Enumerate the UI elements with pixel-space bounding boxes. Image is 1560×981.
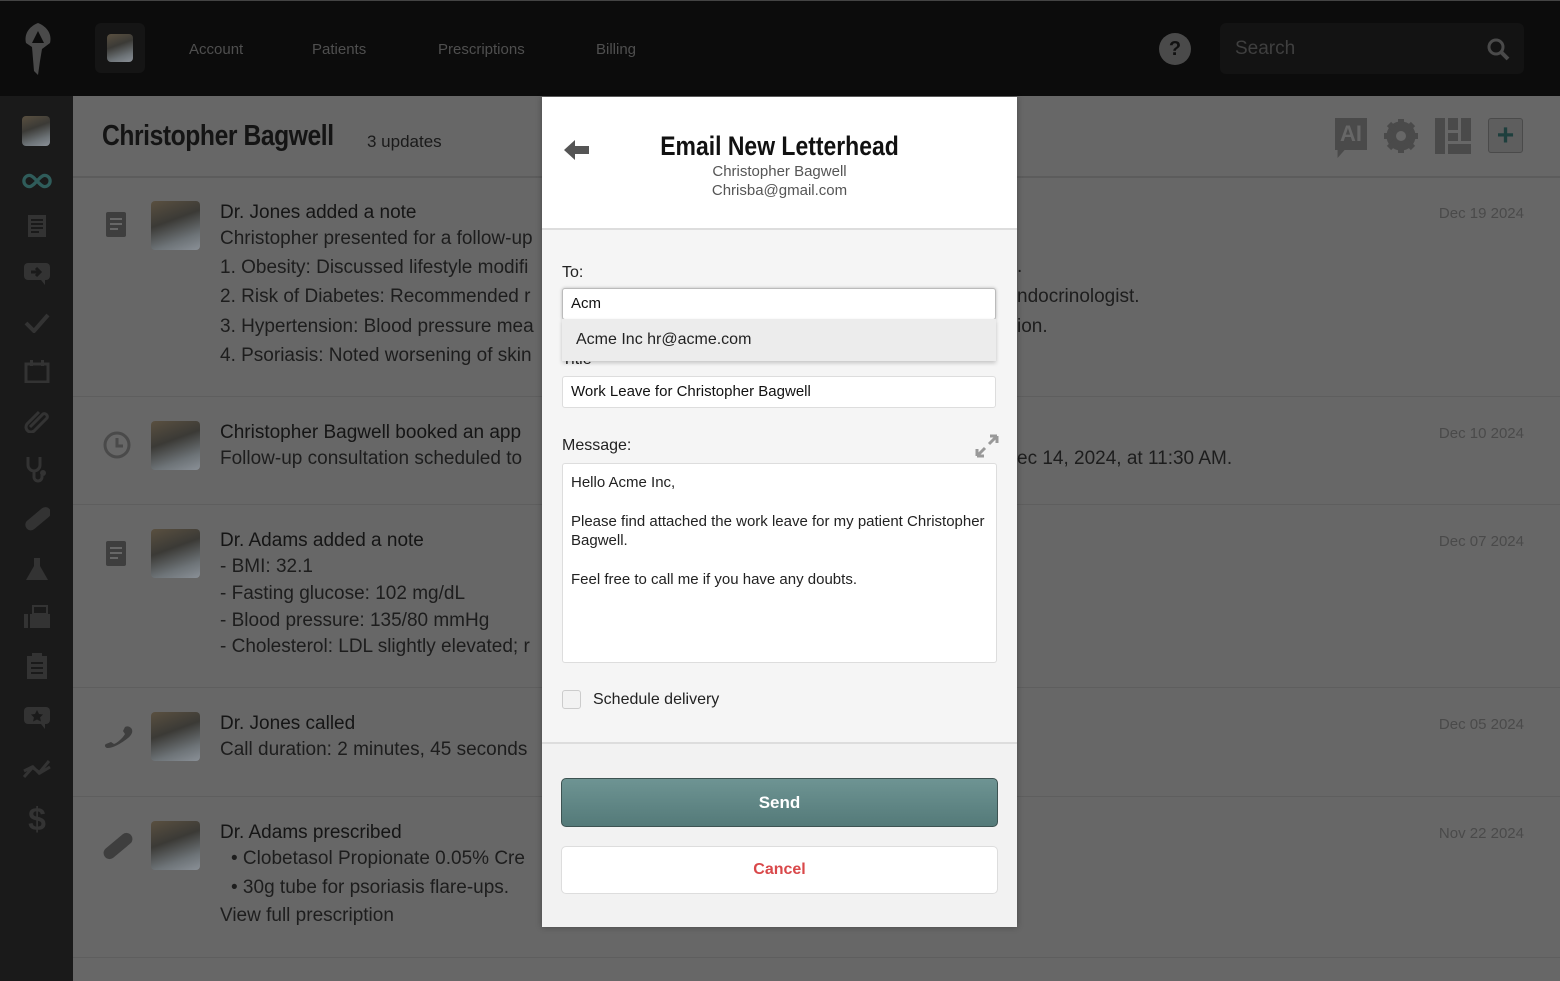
sidebar: $ bbox=[0, 96, 73, 981]
feed-item-line: - Blood pressure: 135/80 mmHg bbox=[220, 610, 490, 631]
clipboard-icon[interactable] bbox=[22, 651, 52, 681]
expand-icon[interactable] bbox=[975, 434, 999, 458]
document-icon[interactable] bbox=[22, 211, 52, 241]
send-button[interactable]: Send bbox=[561, 778, 998, 827]
patient-name: Christopher Bagwell bbox=[712, 163, 847, 180]
schedule-delivery-label[interactable]: Schedule delivery bbox=[593, 691, 719, 709]
page-title: Christopher Bagwell bbox=[102, 120, 334, 152]
feed-item-line: ec 14, 2024, at 11:30 AM. bbox=[1017, 448, 1233, 469]
message-line: Feel free to call me if you have any dou… bbox=[571, 571, 857, 588]
feed-item-title: Dr. Adams added a note bbox=[220, 530, 424, 551]
feed-item-line: - Fasting glucose: 102 mg/dL bbox=[220, 583, 466, 604]
avatar bbox=[151, 529, 200, 578]
feed-item-line: 2. Risk of Diabetes: Recommended r bbox=[220, 286, 531, 307]
modal-footer: Send Cancel bbox=[542, 742, 1017, 927]
message-line: Hello Acme Inc, bbox=[571, 474, 676, 491]
autocomplete-suggestion[interactable]: Acme Inc hr@acme.com bbox=[562, 319, 996, 361]
flask-icon[interactable] bbox=[22, 554, 52, 584]
user-avatar bbox=[107, 34, 133, 62]
feed-item-line: Christopher presented for a follow-up bbox=[220, 228, 533, 249]
message-textarea[interactable]: Hello Acme Inc, Please find attached the… bbox=[562, 463, 997, 663]
app-logo-icon[interactable] bbox=[20, 21, 56, 75]
feed-item-line: - Cholesterol: LDL slightly elevated; r bbox=[220, 636, 530, 657]
message-forward-icon[interactable] bbox=[22, 259, 52, 289]
feed-item-line: • 30g tube for psoriasis flare-ups. bbox=[231, 877, 510, 898]
feed-item-date: Dec 07 2024 bbox=[1438, 533, 1524, 550]
avatar bbox=[151, 421, 200, 470]
feed-item-date: Dec 05 2024 bbox=[1438, 716, 1524, 733]
feed-item-line: ion. bbox=[1017, 316, 1048, 337]
modal-header: Email New Letterhead Christopher Bagwell… bbox=[542, 97, 1017, 230]
feed-item-title: Dr. Adams prescribed bbox=[220, 822, 402, 843]
feed-item-date: Dec 19 2024 bbox=[1438, 205, 1524, 222]
avatar bbox=[151, 201, 200, 250]
check-icon[interactable] bbox=[22, 308, 52, 338]
schedule-delivery-checkbox[interactable] bbox=[562, 690, 581, 709]
feed-item-line: 1. Obesity: Discussed lifestyle modifi bbox=[220, 257, 529, 278]
phone-icon bbox=[104, 726, 133, 748]
feed-item-line: Follow-up consultation scheduled to bbox=[220, 448, 523, 469]
feed-item-date: Dec 10 2024 bbox=[1438, 425, 1524, 442]
star-message-icon[interactable] bbox=[22, 704, 52, 734]
patient-email: Chrisba@gmail.com bbox=[711, 182, 848, 199]
view-prescription-link[interactable]: View full prescription bbox=[220, 905, 394, 927]
calendar-icon[interactable] bbox=[22, 356, 52, 386]
feed-item-line: ndocrinologist. bbox=[1017, 286, 1140, 307]
help-icon[interactable]: ? bbox=[1159, 33, 1191, 65]
to-label: To: bbox=[562, 264, 584, 281]
pill-icon bbox=[103, 832, 133, 860]
nav-account[interactable]: Account bbox=[189, 41, 243, 58]
top-nav-bar: Account Patients Prescriptions Billing ?… bbox=[0, 0, 1560, 96]
fax-icon[interactable] bbox=[22, 602, 52, 632]
add-button[interactable]: + bbox=[1488, 118, 1523, 153]
patient-avatar[interactable] bbox=[22, 116, 50, 146]
pill-icon[interactable] bbox=[22, 504, 52, 534]
email-letterhead-modal: Email New Letterhead Christopher Bagwell… bbox=[542, 97, 1017, 927]
title-input[interactable]: Work Leave for Christopher Bagwell bbox=[562, 376, 996, 408]
paperclip-icon[interactable] bbox=[22, 405, 52, 435]
updates-count: 3 updates bbox=[367, 132, 442, 151]
stethoscope-icon[interactable] bbox=[22, 454, 52, 484]
search-icon[interactable] bbox=[1486, 37, 1510, 61]
feed-item-line: • Clobetasol Propionate 0.05% Cre bbox=[231, 848, 525, 869]
feed-item-title: Dr. Jones added a note bbox=[220, 202, 417, 223]
ai-assistant-icon[interactable]: AI bbox=[1335, 118, 1367, 158]
clock-icon bbox=[103, 431, 131, 459]
note-icon bbox=[106, 541, 126, 566]
feed-item-line: 3. Hypertension: Blood pressure mea bbox=[220, 316, 534, 337]
cancel-button[interactable]: Cancel bbox=[561, 846, 998, 894]
search-input[interactable]: Search bbox=[1220, 23, 1524, 74]
note-icon bbox=[106, 212, 126, 237]
nav-billing[interactable]: Billing bbox=[596, 41, 636, 58]
message-line: Please find attached the work leave for … bbox=[571, 513, 985, 549]
chart-line-icon[interactable] bbox=[22, 754, 52, 784]
modal-title: Email New Letterhead bbox=[660, 131, 899, 161]
feed-item-date: Nov 22 2024 bbox=[1438, 825, 1524, 842]
layout-grid-icon[interactable] bbox=[1435, 118, 1471, 154]
feed-item-title: Dr. Jones called bbox=[220, 713, 356, 734]
message-label: Message: bbox=[562, 437, 632, 454]
gear-icon[interactable] bbox=[1383, 118, 1419, 154]
infinity-icon[interactable] bbox=[22, 166, 52, 196]
user-avatar-button[interactable] bbox=[95, 23, 145, 73]
search-placeholder: Search bbox=[1235, 38, 1296, 59]
avatar bbox=[151, 821, 200, 870]
to-input[interactable]: Acm bbox=[562, 288, 996, 320]
feed-item-line: Call duration: 2 minutes, 45 seconds bbox=[220, 739, 528, 760]
feed-item-line: - BMI: 32.1 bbox=[220, 556, 313, 577]
avatar bbox=[151, 712, 200, 761]
feed-item-line: 4. Psoriasis: Noted worsening of skin bbox=[220, 345, 532, 366]
feed-item-title: Christopher Bagwell booked an app bbox=[220, 422, 522, 443]
dollar-icon[interactable]: $ bbox=[22, 801, 52, 837]
feed-item-line: . bbox=[1017, 256, 1023, 277]
nav-patients[interactable]: Patients bbox=[312, 41, 366, 58]
nav-prescriptions[interactable]: Prescriptions bbox=[438, 41, 525, 58]
